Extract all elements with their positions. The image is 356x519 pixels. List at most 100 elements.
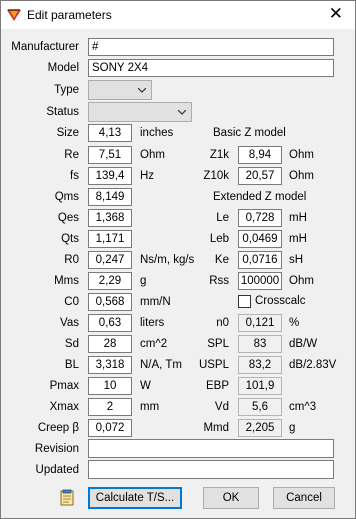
fs-label: fs xyxy=(70,170,79,182)
bl-input[interactable]: 3,318 xyxy=(88,356,132,374)
status-select[interactable] xyxy=(88,102,192,122)
notes-button[interactable] xyxy=(58,489,76,507)
creep-label: Creep β xyxy=(37,422,79,434)
bl-unit: N/A, Tm xyxy=(140,359,182,371)
window-title: Edit parameters xyxy=(27,8,112,22)
r0-input[interactable]: 0,247 xyxy=(88,251,132,269)
fs-input[interactable]: 139,4 xyxy=(88,167,132,185)
z1k-label: Z1k xyxy=(209,149,229,161)
notepad-icon xyxy=(60,489,74,506)
mmd-unit: g xyxy=(289,422,296,434)
rss-label: Rss xyxy=(209,275,229,287)
vas-label: Vas xyxy=(60,317,79,329)
creep-input[interactable]: 0,072 xyxy=(88,419,132,437)
ke-label: Ke xyxy=(214,254,229,266)
mms-unit: g xyxy=(140,275,147,287)
chevron-down-icon xyxy=(138,88,146,93)
rss-unit: Ohm xyxy=(289,275,314,287)
pmax-label: Pmax xyxy=(49,380,79,392)
mms-label: Mms xyxy=(54,275,79,287)
uspl-label: USPL xyxy=(198,359,229,371)
c0-unit: mm/N xyxy=(140,296,171,308)
pmax-input[interactable]: 10 xyxy=(88,377,132,395)
vd-unit: cm^3 xyxy=(289,401,317,413)
updated-input[interactable] xyxy=(88,460,334,479)
revision-label: Revision xyxy=(34,443,79,455)
size-label: Size xyxy=(56,127,79,139)
n0-unit: % xyxy=(289,317,300,329)
re-input[interactable]: 7,51 xyxy=(88,146,132,164)
vd-value: 5,6 xyxy=(238,398,282,416)
qts-input[interactable]: 1,171 xyxy=(88,230,132,248)
qms-input[interactable]: 8,149 xyxy=(88,188,132,206)
z10k-unit: Ohm xyxy=(289,170,314,182)
ke-unit: sH xyxy=(289,254,304,266)
vas-input[interactable]: 0,63 xyxy=(88,314,132,332)
rss-input[interactable]: 100000 xyxy=(238,272,282,290)
type-select[interactable] xyxy=(88,80,152,100)
qms-label: Qms xyxy=(54,191,79,203)
calculate-ts-button[interactable]: Calculate T/S... xyxy=(88,487,182,509)
bl-label: BL xyxy=(64,359,79,371)
status-label: Status xyxy=(46,106,79,118)
extended-z-heading: Extended Z model xyxy=(213,191,307,203)
ke-input[interactable]: 0,0716 xyxy=(238,251,282,269)
re-unit: Ohm xyxy=(140,149,165,161)
fs-unit: Hz xyxy=(140,170,155,182)
xmax-input[interactable]: 2 xyxy=(88,398,132,416)
spl-unit: dB/W xyxy=(289,338,318,350)
mmd-value: 2,205 xyxy=(238,419,282,437)
leb-input[interactable]: 0,0469 xyxy=(238,230,282,248)
leb-unit: mH xyxy=(289,233,307,245)
uspl-value: 83,2 xyxy=(238,356,282,374)
model-label: Model xyxy=(47,62,79,74)
z1k-input[interactable]: 8,94 xyxy=(238,146,282,164)
z1k-unit: Ohm xyxy=(289,149,314,161)
cancel-button[interactable]: Cancel xyxy=(273,487,335,509)
re-label: Re xyxy=(64,149,79,161)
app-logo-icon xyxy=(7,9,21,21)
z10k-input[interactable]: 20,57 xyxy=(238,167,282,185)
title-bar[interactable]: Edit parameters ✕ xyxy=(1,1,355,29)
size-input[interactable]: 4,13 xyxy=(88,124,132,142)
sd-input[interactable]: 28 xyxy=(88,335,132,353)
r0-unit: Ns/m, kg/s xyxy=(140,254,195,266)
updated-label: Updated xyxy=(35,464,79,476)
size-unit: inches xyxy=(140,127,174,139)
revision-input[interactable] xyxy=(88,439,334,458)
ebp-value: 101,9 xyxy=(238,377,282,395)
type-label: Type xyxy=(54,84,79,96)
vas-unit: liters xyxy=(140,317,165,329)
sd-label: Sd xyxy=(64,338,79,350)
crosscalc-label: Crosscalc xyxy=(255,295,306,307)
spl-label: SPL xyxy=(207,338,229,350)
model-input[interactable]: SONY 2X4 xyxy=(88,59,334,77)
r0-label: R0 xyxy=(64,254,79,266)
c0-input[interactable]: 0,568 xyxy=(88,293,132,311)
qts-label: Qts xyxy=(61,233,79,245)
close-icon[interactable]: ✕ xyxy=(329,4,343,24)
xmax-unit: mm xyxy=(140,401,160,413)
crosscalc-checkbox[interactable] xyxy=(238,295,251,308)
ok-button[interactable]: OK xyxy=(203,487,259,509)
manufacturer-label: Manufacturer xyxy=(11,41,79,53)
le-unit: mH xyxy=(289,212,307,224)
mms-input[interactable]: 2,29 xyxy=(88,272,132,290)
qes-input[interactable]: 1,368 xyxy=(88,209,132,227)
pmax-unit: W xyxy=(140,380,151,392)
manufacturer-input[interactable]: # xyxy=(88,38,334,56)
chevron-down-icon xyxy=(178,110,186,115)
basic-z-heading: Basic Z model xyxy=(213,127,286,139)
ebp-label: EBP xyxy=(205,380,229,392)
le-label: Le xyxy=(216,212,229,224)
xmax-label: Xmax xyxy=(49,401,79,413)
z10k-label: Z10k xyxy=(203,170,229,182)
mmd-label: Mmd xyxy=(203,422,229,434)
spl-value: 83 xyxy=(238,335,282,353)
le-input[interactable]: 0,728 xyxy=(238,209,282,227)
n0-value: 0,121 xyxy=(238,314,282,332)
c0-label: C0 xyxy=(64,296,79,308)
leb-label: Leb xyxy=(209,233,229,245)
edit-parameters-dialog: Edit parameters ✕ Manufacturer # Model S… xyxy=(0,0,356,519)
uspl-unit: dB/2.83V xyxy=(289,359,337,371)
